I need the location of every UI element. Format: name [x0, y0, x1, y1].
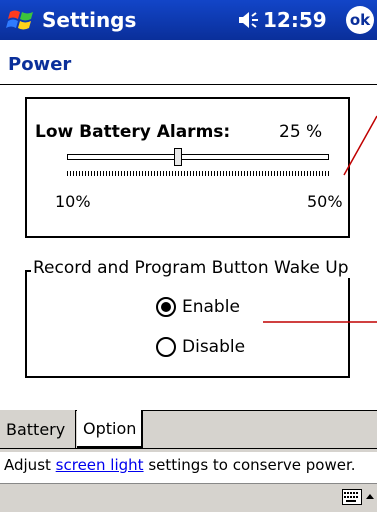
hint-suffix: settings to conserve power.: [143, 456, 356, 474]
sip-up-arrow-icon[interactable]: [364, 490, 376, 504]
tab-option[interactable]: Option: [77, 410, 143, 448]
tab-strip-bottom-rule: [0, 448, 377, 449]
tab-battery[interactable]: Battery: [0, 410, 76, 448]
screen-light-link[interactable]: screen light: [56, 456, 144, 474]
command-bar: [0, 483, 377, 512]
keyboard-icon[interactable]: [342, 489, 362, 505]
hint-prefix: Adjust: [4, 456, 56, 474]
hint-text: Adjust screen light settings to conserve…: [4, 456, 356, 474]
